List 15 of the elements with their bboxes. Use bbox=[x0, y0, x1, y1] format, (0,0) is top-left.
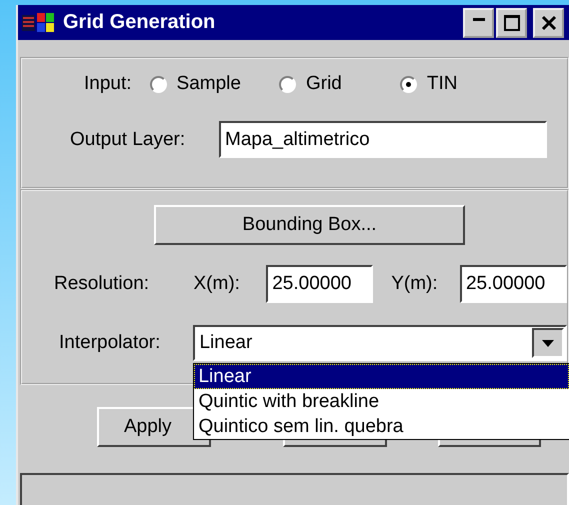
radio-label[interactable]: TIN bbox=[426, 73, 458, 95]
y-resolution-field[interactable]: 25.00000 bbox=[460, 265, 567, 303]
radio-label[interactable]: Grid bbox=[306, 73, 342, 95]
interpolator-label: Interpolator: bbox=[59, 332, 162, 354]
output-layer-field[interactable]: Mapa_altimetrico bbox=[219, 121, 547, 158]
resolution-label: Resolution: bbox=[54, 273, 150, 295]
input-label: Input: bbox=[84, 73, 132, 95]
bounding-box-button[interactable]: Bounding Box... bbox=[154, 205, 465, 245]
dropdown-option[interactable]: Linear bbox=[194, 364, 569, 389]
radio-label[interactable]: Sample bbox=[176, 73, 241, 95]
output-layer-label: Output Layer: bbox=[70, 128, 186, 150]
y-label: Y(m): bbox=[391, 273, 439, 295]
x-resolution-field[interactable]: 25.00000 bbox=[266, 265, 374, 303]
x-label: X(m): bbox=[194, 273, 241, 295]
window-title: Grid Generation bbox=[63, 11, 216, 34]
